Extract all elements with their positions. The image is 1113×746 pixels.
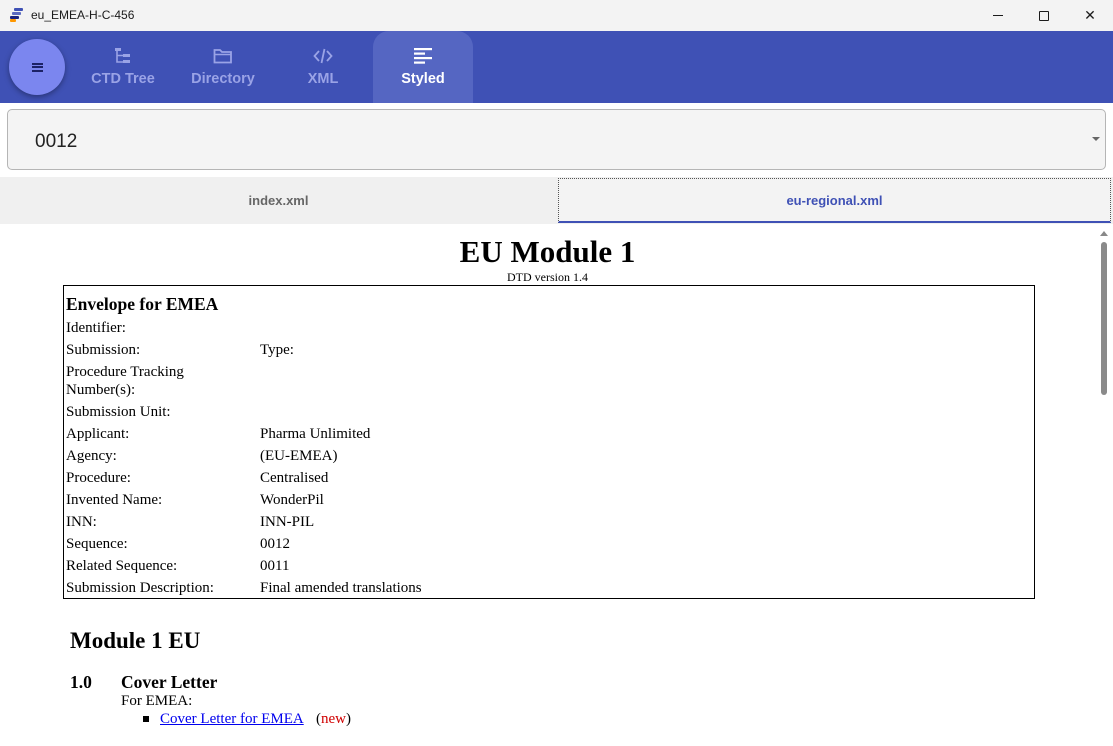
row-value: Centralised	[260, 470, 329, 486]
tab-label: Styled	[401, 71, 445, 87]
row-label: Procedure:	[66, 470, 131, 486]
tab-index-xml[interactable]: index.xml	[0, 177, 557, 223]
tree-icon	[115, 48, 130, 63]
row-label: Agency:	[66, 448, 117, 464]
close-button[interactable]: ✕	[1067, 0, 1113, 31]
row-value: WonderPil	[260, 492, 324, 508]
row-value: 0012	[260, 536, 290, 552]
window-title: eu_EMEA-H-C-456	[31, 8, 135, 22]
sequence-select-value: 0012	[35, 131, 78, 152]
section-number: 1.0	[70, 672, 92, 692]
paren-close: )	[346, 711, 351, 727]
app-logo-icon	[10, 8, 24, 22]
row-value: INN-PIL	[260, 514, 315, 530]
folder-icon	[213, 49, 232, 64]
row-label: Applicant:	[66, 426, 130, 442]
list-bullet	[143, 716, 149, 722]
styled-text-icon	[414, 48, 432, 64]
close-icon: ✕	[1084, 7, 1096, 23]
window-title-bar: eu_EMEA-H-C-456 ✕	[0, 0, 1113, 31]
maximize-icon	[1039, 10, 1049, 21]
app-toolbar: CTD Tree Directory XML Styled	[0, 31, 1113, 103]
section-title: Cover Letter	[121, 672, 218, 692]
row-label: Invented Name:	[66, 492, 163, 508]
row-value: 0011	[260, 558, 290, 574]
cover-letter-link[interactable]: Cover Letter for EMEA	[160, 711, 304, 728]
tab-label: CTD Tree	[91, 71, 155, 87]
status-new: new	[321, 711, 346, 727]
document-scrollbar[interactable]	[1095, 224, 1113, 746]
row-label: Submission:	[66, 342, 141, 358]
row-value: Type:	[260, 342, 294, 358]
row-value: (EU-EMEA)	[260, 448, 338, 464]
tab-styled[interactable]: Styled	[373, 31, 473, 103]
row-label: Procedure Tracking Number(s):	[66, 364, 184, 398]
envelope-table: Envelope for EMEA Identifier: Submission…	[63, 285, 1035, 599]
minimize-icon	[993, 15, 1003, 16]
row-label: Identifier:	[66, 320, 126, 336]
section-intro: For EMEA:	[121, 693, 193, 709]
document-title: EU Module 1	[459, 234, 636, 269]
tab-xml[interactable]: XML	[273, 31, 373, 103]
tab-directory[interactable]: Directory	[173, 31, 273, 103]
file-tabs: index.xml eu-regional.xml	[0, 177, 1113, 224]
minimize-button[interactable]	[975, 0, 1021, 31]
status-badge: (new)	[316, 711, 351, 728]
row-label: Submission Unit:	[66, 404, 171, 420]
hamburger-menu-icon	[31, 62, 43, 72]
maximize-button[interactable]	[1021, 0, 1067, 31]
tab-label: XML	[307, 71, 339, 87]
styled-document: EU Module 1 DTD version 1.4 Envelope for…	[0, 224, 1095, 746]
tab-label: index.xml	[248, 192, 309, 208]
row-value: Final amended translations	[260, 580, 422, 596]
row-label: Related Sequence:	[66, 558, 178, 574]
code-icon	[313, 48, 333, 64]
scroll-up-arrow-icon[interactable]	[1100, 231, 1108, 236]
row-value: Pharma Unlimited	[260, 426, 371, 442]
tab-eu-regional-xml[interactable]: eu-regional.xml	[558, 178, 1111, 223]
menu-button[interactable]	[9, 39, 65, 95]
row-label: INN:	[66, 514, 97, 530]
dtd-version: DTD version 1.4	[507, 270, 588, 284]
tab-label: eu-regional.xml	[786, 192, 883, 208]
dropdown-caret-icon	[1092, 137, 1100, 141]
tab-ctd-tree[interactable]: CTD Tree	[73, 31, 173, 103]
module-heading: Module 1 EU	[70, 628, 201, 653]
tab-label: Directory	[191, 71, 255, 87]
scrollbar-thumb[interactable]	[1101, 242, 1107, 395]
envelope-heading: Envelope for EMEA	[66, 294, 219, 314]
row-label: Sequence:	[66, 536, 128, 552]
row-label: Submission Description:	[66, 580, 214, 596]
sequence-select[interactable]: 0012	[7, 109, 1106, 170]
